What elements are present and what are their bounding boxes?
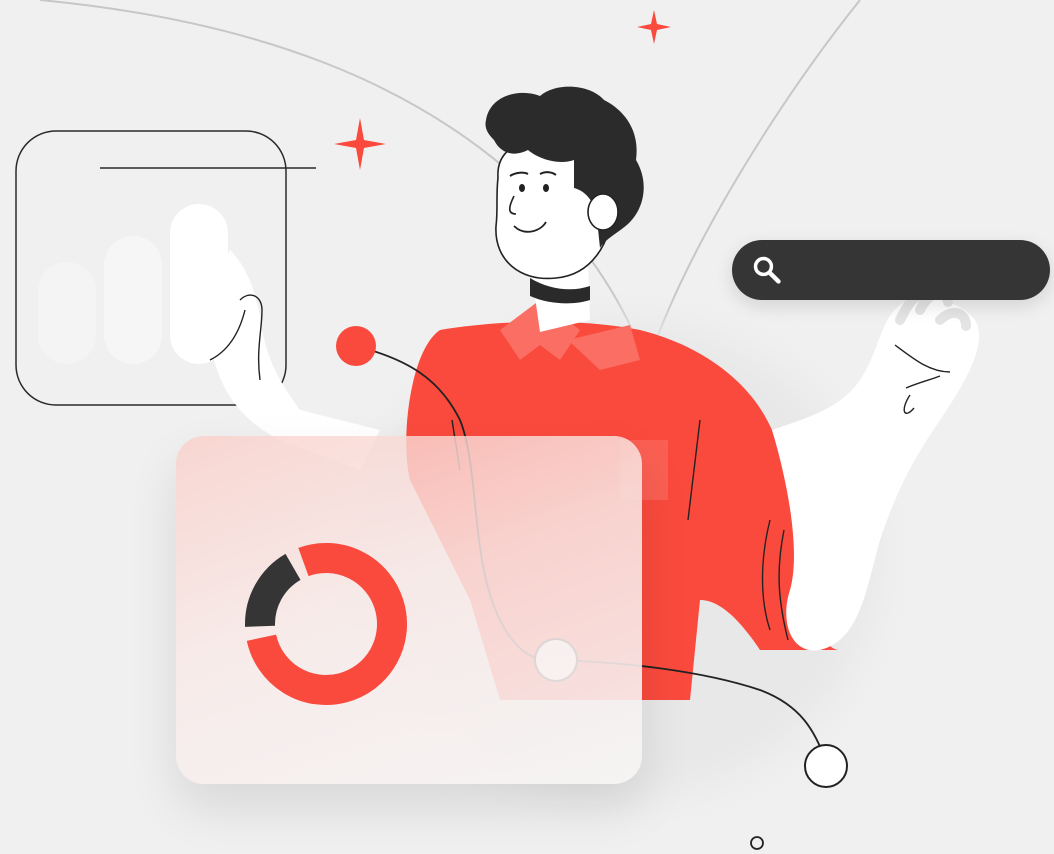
person-ear [587, 193, 619, 231]
sparkle-icon [334, 118, 386, 170]
sparkle-icon [637, 10, 671, 44]
donut-chart-icon [245, 543, 407, 705]
bar-chart-icon [38, 204, 228, 364]
search-bar[interactable] [732, 240, 1050, 300]
donut-chart-card [176, 436, 642, 784]
search-input[interactable] [794, 249, 1030, 291]
chart-bar [38, 262, 96, 364]
donut-segment [245, 553, 302, 627]
person-eye [543, 184, 549, 192]
chart-bar [104, 236, 162, 364]
connector-node-start [336, 326, 376, 366]
search-icon[interactable] [752, 253, 782, 287]
person-eye [519, 184, 525, 192]
connector-node [804, 744, 848, 788]
connector-dot [750, 836, 764, 850]
